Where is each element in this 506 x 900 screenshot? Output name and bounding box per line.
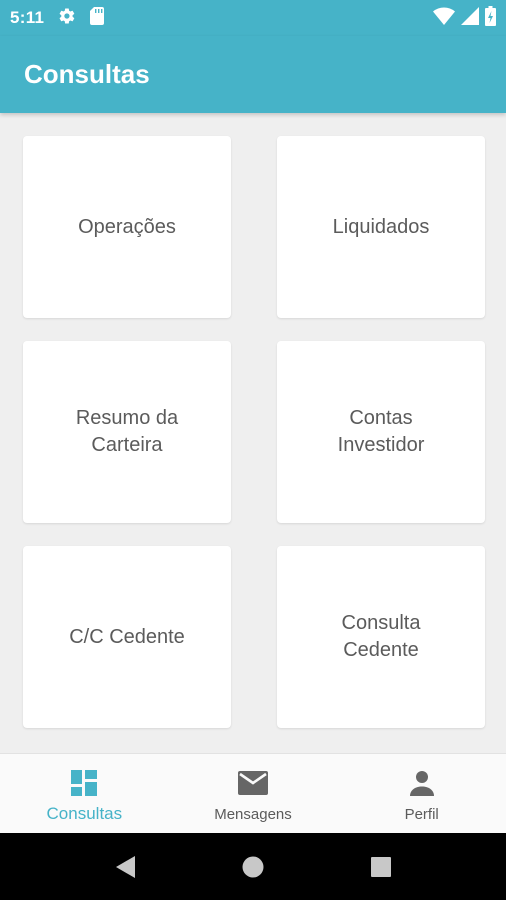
nav-label: Mensagens (214, 806, 292, 823)
card-label: Consulta Cedente (341, 612, 421, 661)
card-operacoes[interactable]: Operações (23, 136, 231, 318)
card-label: Contas Investidor (337, 407, 425, 456)
dashboard-icon (70, 768, 98, 798)
sd-card-icon (90, 6, 105, 30)
card-liquidados[interactable]: Liquidados (277, 136, 485, 318)
nav-label: Consultas (46, 804, 123, 823)
app-bar: Consultas (0, 36, 506, 113)
battery-icon (485, 5, 496, 31)
card-consulta-cedente[interactable]: Consulta Cedente (277, 546, 485, 728)
card-resumo-da-carteira[interactable]: Resumo da Carteira (23, 341, 231, 523)
recents-icon[interactable] (317, 856, 445, 878)
nav-label: Perfil (404, 806, 439, 823)
status-time: 5:11 (10, 8, 45, 27)
page-title: Consultas (24, 59, 150, 89)
card-label: Operações (78, 215, 176, 238)
nav-item-consultas[interactable]: Consultas (0, 754, 169, 833)
cell-signal-icon (461, 6, 479, 30)
bottom-nav: Consultas Mensagens Perfil (0, 753, 506, 833)
nav-item-perfil[interactable]: Perfil (337, 754, 506, 833)
card-cc-cedente[interactable]: C/C Cedente (23, 546, 231, 728)
system-navigation-bar (0, 833, 506, 900)
card-contas-investidor[interactable]: Contas Investidor (277, 341, 485, 523)
card-label: Liquidados (332, 215, 430, 238)
wifi-icon (433, 6, 455, 30)
gear-icon (58, 7, 76, 30)
card-label: C/C Cedente (69, 625, 185, 648)
home-icon[interactable] (189, 855, 317, 879)
consultas-grid: Operações Liquidados Resumo da Carteira … (23, 136, 485, 728)
mail-icon (238, 768, 268, 798)
person-icon (409, 768, 434, 798)
back-icon[interactable] (61, 855, 189, 879)
card-label: Resumo da Carteira (75, 407, 179, 456)
status-bar: 5:11 (0, 0, 506, 36)
nav-item-mensagens[interactable]: Mensagens (169, 754, 338, 833)
